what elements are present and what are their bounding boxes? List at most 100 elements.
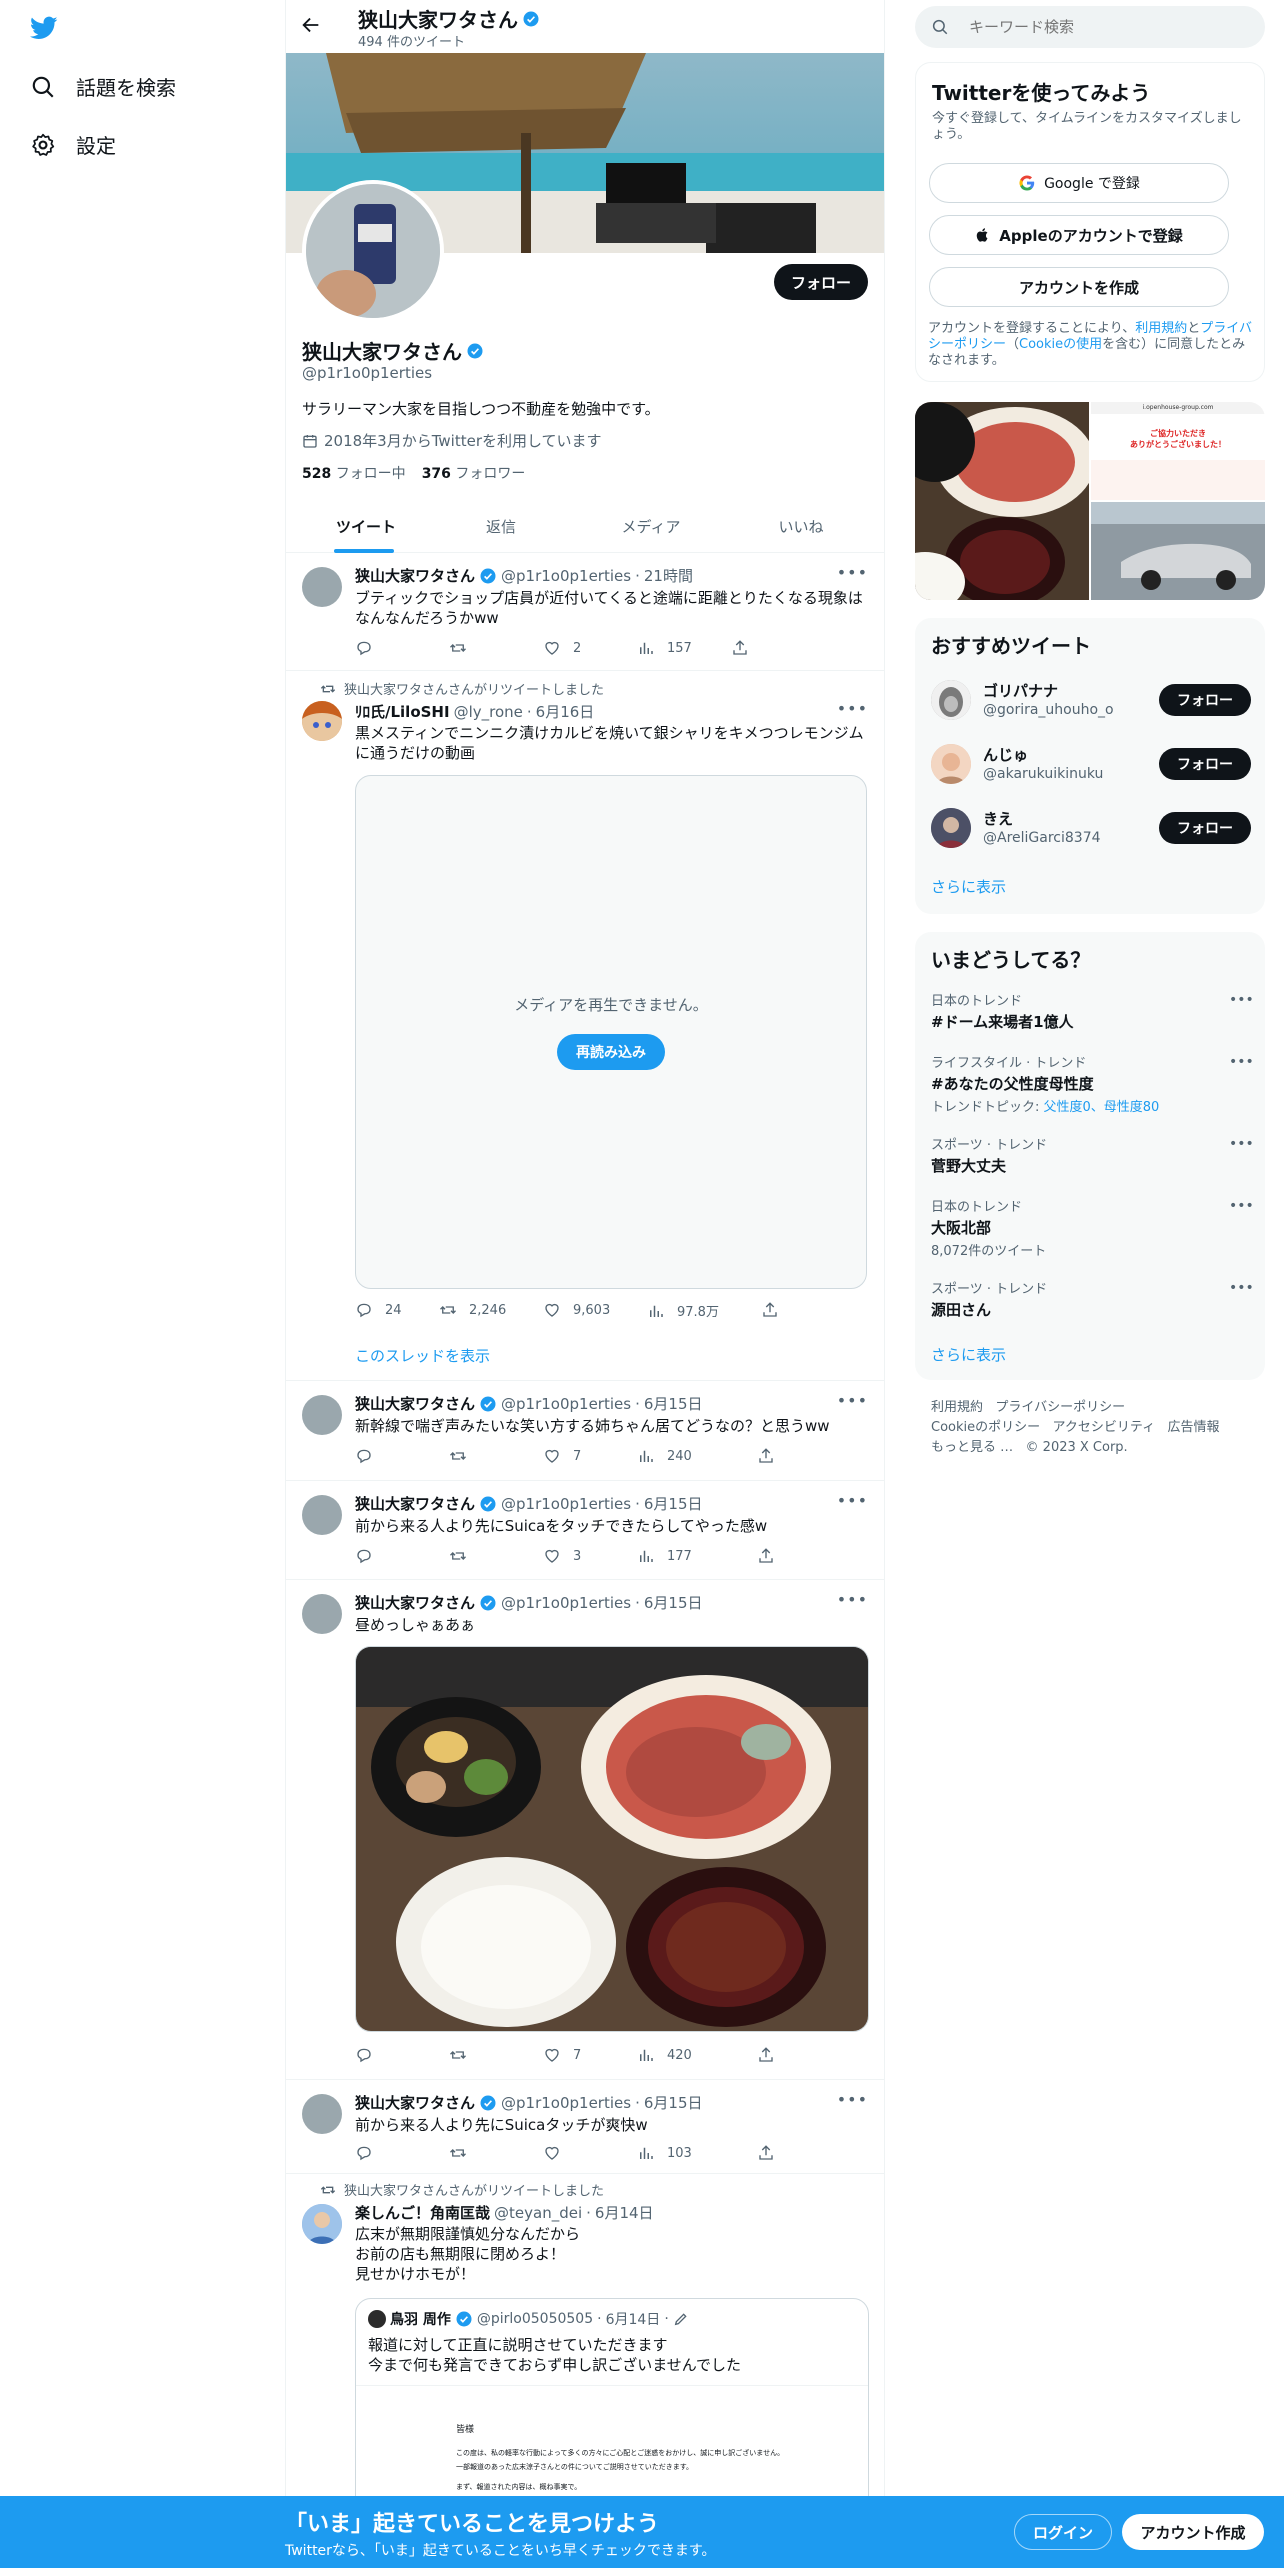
tab-tweets[interactable]: ツイート xyxy=(286,500,446,553)
profile-avatar[interactable] xyxy=(302,180,444,322)
more-icon[interactable]: ••• xyxy=(837,1391,868,1410)
avatar[interactable] xyxy=(302,1395,342,1435)
signup-button[interactable]: アカウント作成 xyxy=(1122,2514,1264,2550)
reply-button[interactable] xyxy=(355,2046,385,2064)
views-button[interactable]: 240 xyxy=(637,1447,692,1465)
share-button[interactable] xyxy=(731,639,749,657)
avatar[interactable] xyxy=(302,2204,342,2244)
trend-item[interactable]: 日本のトレンド #ドーム来場者1億人 xyxy=(931,990,1251,1032)
show-more-link[interactable]: さらに表示 xyxy=(931,1344,1006,1365)
trend-item[interactable]: スポーツ · トレンド 源田さん xyxy=(931,1278,1251,1320)
nav-settings[interactable]: 設定 xyxy=(30,130,116,159)
retweet-button[interactable] xyxy=(449,1547,479,1565)
footer-more-link[interactable]: もっと見る … xyxy=(931,1440,1013,1455)
trend-item[interactable]: 日本のトレンド 大阪北部 8,072件のツイート xyxy=(931,1196,1251,1259)
followers-link[interactable]: 376 フォロワー xyxy=(422,463,526,483)
reply-button[interactable] xyxy=(355,1547,385,1565)
cookie-link[interactable]: Cookieの使用 xyxy=(1019,337,1102,352)
tweet[interactable]: 狭山大家ワタさん @p1r1o0p1erties · 6月15日 ••• 前から来… xyxy=(286,2080,884,2174)
tab-replies[interactable]: 返信 xyxy=(426,500,576,553)
share-button[interactable] xyxy=(757,2046,775,2064)
twitter-logo-icon[interactable] xyxy=(28,14,60,46)
follow-button[interactable]: フォロー xyxy=(1159,684,1251,716)
media-thumbnail[interactable]: i.openhouse-group.com ご協力いただき ありがとうございまし… xyxy=(1091,402,1265,500)
retweet-button[interactable] xyxy=(449,2046,479,2064)
retweet-button[interactable] xyxy=(449,1447,479,1465)
more-icon[interactable]: ••• xyxy=(1229,1198,1254,1214)
like-button[interactable]: 2 xyxy=(543,639,581,657)
retweet-button[interactable] xyxy=(449,2144,479,2162)
like-button[interactable]: 7 xyxy=(543,1447,581,1465)
more-icon[interactable]: ••• xyxy=(1229,1136,1254,1152)
share-button[interactable] xyxy=(757,2144,775,2162)
reply-button[interactable] xyxy=(355,1447,385,1465)
create-account-button[interactable]: アカウントを作成 xyxy=(929,267,1229,307)
tweet[interactable]: 狭山大家ワタさん @p1r1o0p1erties · 6月15日 ••• 新幹線で… xyxy=(286,1381,884,1481)
like-button[interactable]: 9,603 xyxy=(543,1301,610,1319)
media-thumbnail[interactable] xyxy=(1091,502,1265,600)
trend-topic-link[interactable]: 父性度0、母性度80 xyxy=(1044,1100,1160,1115)
show-thread-link[interactable]: このスレッドを表示 xyxy=(355,1345,490,1366)
views-button[interactable]: 97.8万 xyxy=(647,1301,719,1320)
follow-button[interactable]: フォロー xyxy=(1159,748,1251,780)
more-icon[interactable]: ••• xyxy=(837,1590,868,1609)
footer-link[interactable]: Cookieのポリシー xyxy=(931,1420,1040,1435)
search-bar[interactable] xyxy=(915,6,1265,48)
views-button[interactable]: 177 xyxy=(637,1547,692,1565)
more-icon[interactable]: ••• xyxy=(1229,1054,1254,1070)
following-link[interactable]: 528 フォロー中 xyxy=(302,463,406,483)
tweet[interactable]: 狭山大家ワタさん @p1r1o0p1erties · 6月15日 ••• 前から来… xyxy=(286,1481,884,1580)
more-icon[interactable]: ••• xyxy=(837,2090,868,2109)
footer-link[interactable]: 広告情報 xyxy=(1168,1420,1220,1435)
avatar[interactable] xyxy=(302,2094,342,2134)
more-icon[interactable]: ••• xyxy=(1229,992,1254,1008)
follow-suggestion[interactable]: んじゅ @akarukuikinuku フォロー xyxy=(915,734,1265,798)
share-button[interactable] xyxy=(761,1301,779,1319)
follow-button[interactable]: フォロー xyxy=(1159,812,1251,844)
avatar[interactable] xyxy=(302,1495,342,1535)
tweet[interactable]: 狭山大家ワタさん @p1r1o0p1erties · 21時間 ••• ブティック… xyxy=(286,553,884,671)
like-button[interactable]: 3 xyxy=(543,1547,581,1565)
profile-follow-button[interactable]: フォロー xyxy=(774,264,868,300)
retweet-button[interactable] xyxy=(449,639,479,657)
follow-suggestion[interactable]: ゴリパナナ @gorira_uhouho_o フォロー xyxy=(915,670,1265,734)
google-signup-button[interactable]: Google で登録 xyxy=(929,163,1229,203)
terms-link[interactable]: 利用規約 xyxy=(1135,321,1187,336)
reply-button[interactable]: 24 xyxy=(355,1301,402,1319)
media-thumbnail[interactable] xyxy=(915,402,1095,600)
footer-link[interactable]: 利用規約 xyxy=(931,1400,983,1415)
show-more-link[interactable]: さらに表示 xyxy=(931,876,1006,897)
video-player[interactable]: メディアを再生できません。 再読み込み xyxy=(355,775,867,1289)
footer-link[interactable]: プライバシーポリシー xyxy=(995,1400,1125,1415)
more-icon[interactable]: ••• xyxy=(837,563,868,582)
more-icon[interactable]: ••• xyxy=(1229,1280,1254,1296)
reply-button[interactable] xyxy=(355,639,385,657)
more-icon[interactable]: ••• xyxy=(837,699,868,718)
tab-media[interactable]: メディア xyxy=(576,500,726,553)
login-button[interactable]: ログイン xyxy=(1014,2514,1112,2550)
tweet[interactable]: 狭山大家ワタさん @p1r1o0p1erties · 6月15日 ••• 昼めっし… xyxy=(286,1580,884,2080)
views-button[interactable]: 103 xyxy=(637,2144,692,2162)
reload-button[interactable]: 再読み込み xyxy=(557,1034,665,1070)
like-button[interactable] xyxy=(543,2144,573,2162)
reply-button[interactable] xyxy=(355,2144,385,2162)
like-button[interactable]: 7 xyxy=(543,2046,581,2064)
footer-link[interactable]: アクセシビリティ xyxy=(1053,1420,1156,1435)
trend-item[interactable]: ライフスタイル · トレンド #あなたの父性度母性度 トレンドトピック: 父性度… xyxy=(931,1052,1251,1115)
search-input[interactable] xyxy=(969,18,1229,36)
more-icon[interactable]: ••• xyxy=(837,1491,868,1510)
nav-explore[interactable]: 話題を検索 xyxy=(30,72,176,101)
apple-signup-button[interactable]: Appleのアカウントで登録 xyxy=(929,215,1229,255)
tweet-photo[interactable] xyxy=(355,1646,869,2032)
tweet[interactable]: 狭山大家ワタさんさんがリツイートしました ﾘﾛ氏/LiloSHI @ly_ron… xyxy=(286,671,884,1381)
avatar[interactable] xyxy=(302,1594,342,1634)
avatar[interactable] xyxy=(302,567,342,607)
retweet-button[interactable]: 2,246 xyxy=(439,1301,506,1319)
share-button[interactable] xyxy=(757,1447,775,1465)
views-button[interactable]: 157 xyxy=(637,639,692,657)
views-button[interactable]: 420 xyxy=(637,2046,692,2064)
back-arrow-icon[interactable] xyxy=(300,14,322,40)
follow-suggestion[interactable]: きえ @AreliGarci8374 フォロー xyxy=(915,798,1265,862)
avatar[interactable] xyxy=(302,701,342,741)
tab-likes[interactable]: いいね xyxy=(726,500,876,553)
